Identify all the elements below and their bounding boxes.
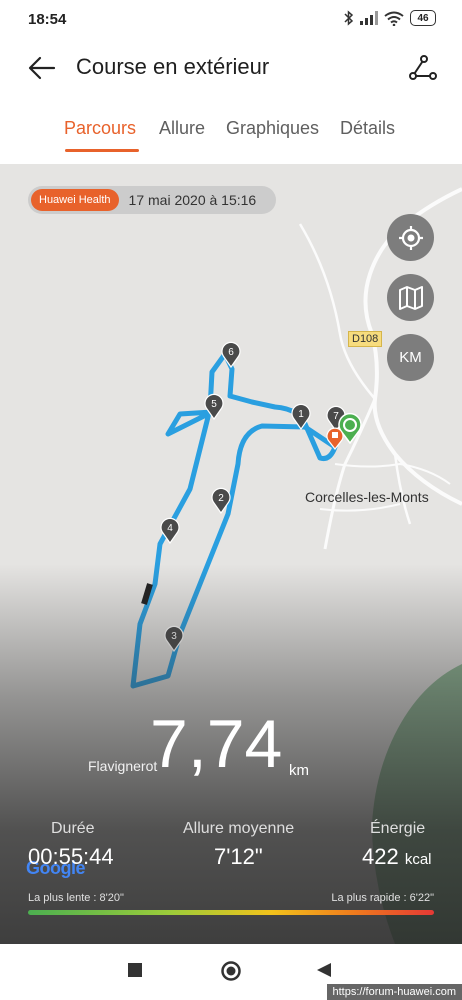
map-type-button[interactable]	[387, 274, 434, 321]
road	[334, 462, 451, 485]
duration-value: 00:55:44	[28, 844, 114, 869]
crosshair-icon	[398, 225, 423, 250]
km-marker-label: 5	[211, 399, 217, 410]
recents-button[interactable]	[127, 962, 143, 978]
unit-toggle-button[interactable]: KM	[387, 334, 434, 381]
place-label: Flavignerot	[88, 758, 158, 774]
route-map[interactable]: 1 2 3 4 5 6 7 Huawei Health 17 mai 2020 …	[0, 164, 462, 944]
place-label: Corcelles-les-Monts	[305, 489, 429, 505]
slowest-pace-label: La plus lente : 8'20"	[28, 892, 124, 904]
back-nav-button[interactable]	[316, 962, 332, 978]
energy-value: 422 kcal	[362, 844, 432, 870]
bluetooth-icon	[344, 10, 354, 26]
watermark: https://forum-huawei.com	[326, 984, 462, 1000]
wifi-icon	[384, 11, 404, 26]
km-marker-4[interactable]: 4	[159, 516, 181, 544]
pace-gradient-bar	[28, 910, 434, 915]
km-marker-label: 1	[298, 409, 304, 420]
map-icon	[398, 285, 423, 310]
km-marker-label: 2	[218, 493, 224, 504]
source-chip: Huawei Health 17 mai 2020 à 15:16	[28, 186, 276, 214]
workout-datetime: 17 mai 2020 à 15:16	[128, 192, 257, 208]
source-badge: Huawei Health	[31, 189, 119, 211]
km-marker-1[interactable]: 1	[290, 402, 312, 430]
status-icons: 46	[344, 10, 436, 26]
distance-value: 7,74	[150, 706, 283, 782]
system-nav-bar: https://forum-huawei.com	[0, 944, 462, 1000]
km-marker-2[interactable]: 2	[210, 486, 232, 514]
status-bar: 18:54 46	[0, 0, 462, 40]
km-marker-6[interactable]: 6	[220, 340, 242, 368]
tab-bar: Parcours Allure Graphiques Détails	[0, 118, 462, 154]
avg-pace-label: Allure moyenne	[183, 820, 295, 837]
fastest-pace-label: La plus rapide : 6'22"	[331, 892, 434, 904]
avg-pace-value: 7'12"	[214, 844, 263, 869]
road-label: D108	[348, 331, 383, 347]
distance-unit: km	[289, 762, 309, 779]
screen: 18:54 46 Course en extérieur Parcours Al…	[0, 0, 462, 1000]
page-title: Course en extérieur	[76, 54, 270, 79]
status-time: 18:54	[28, 11, 67, 28]
energy-label: Énergie	[370, 820, 426, 837]
energy-number: 422	[362, 844, 399, 869]
tab-graphiques[interactable]: Graphiques	[226, 118, 319, 139]
energy-unit: kcal	[404, 851, 432, 868]
route-share-button[interactable]	[406, 52, 440, 84]
battery-indicator: 46	[410, 10, 436, 26]
back-button[interactable]	[24, 52, 60, 84]
tab-parcours[interactable]: Parcours	[64, 118, 136, 139]
duration-label: Durée	[51, 820, 95, 837]
unit-toggle-label: KM	[399, 349, 422, 366]
signal-icon	[360, 11, 378, 25]
arrow-left-icon	[28, 56, 56, 80]
home-button[interactable]	[220, 960, 242, 982]
locate-button[interactable]	[387, 214, 434, 261]
road	[298, 223, 376, 400]
km-marker-5[interactable]: 5	[203, 392, 225, 420]
route-icon	[409, 55, 437, 80]
app-bar: Course en extérieur	[0, 40, 462, 96]
km-marker-label: 6	[228, 347, 234, 358]
active-tab-indicator	[65, 149, 139, 152]
km-marker-label: 4	[167, 523, 173, 534]
end-point-icon	[326, 427, 344, 450]
tab-allure[interactable]: Allure	[159, 118, 205, 139]
tab-details[interactable]: Détails	[340, 118, 395, 139]
